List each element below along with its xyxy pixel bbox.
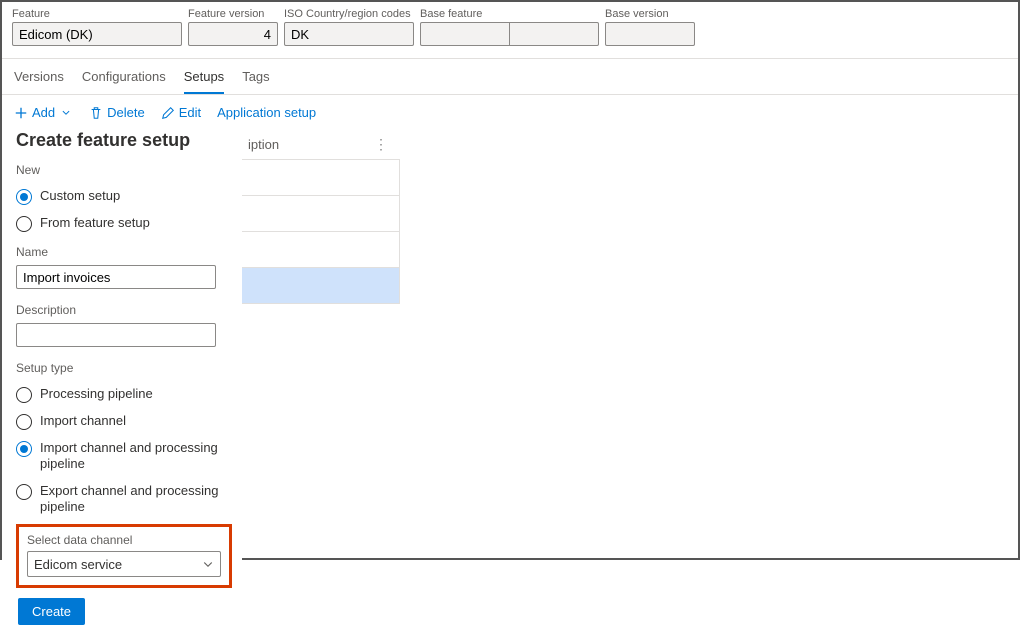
base-version-label: Base version (605, 8, 695, 20)
plus-icon (14, 106, 28, 120)
grid-col-description: iption (248, 137, 279, 152)
base-feature-input-1[interactable] (420, 22, 510, 46)
radio-export-channel-processing[interactable]: Export channel and processing pipeline (16, 478, 228, 521)
field-iso: ISO Country/region codes (284, 8, 414, 46)
iso-input[interactable] (284, 22, 414, 46)
toolbar: Add Delete Edit Application setup (2, 95, 1018, 130)
tabs: Versions Configurations Setups Tags (2, 59, 1018, 95)
radio-processing-pipeline[interactable]: Processing pipeline (16, 381, 228, 408)
add-label: Add (32, 105, 55, 120)
delete-button[interactable]: Delete (89, 105, 145, 120)
edit-button[interactable]: Edit (161, 105, 201, 120)
field-base-version: Base version (605, 8, 695, 46)
radio-processing-pipeline-label: Processing pipeline (40, 386, 153, 402)
tab-versions[interactable]: Versions (14, 69, 64, 94)
base-feature-label: Base feature (420, 8, 599, 20)
select-data-channel-label: Select data channel (27, 533, 221, 547)
radio-from-feature-setup-label: From feature setup (40, 215, 150, 231)
select-data-channel-highlight: Select data channel Edicom service (16, 524, 232, 588)
application-setup-button[interactable]: Application setup (217, 105, 316, 120)
select-data-channel-value: Edicom service (34, 557, 122, 572)
radio-icon (16, 414, 32, 430)
radio-icon (16, 387, 32, 403)
radio-import-channel-processing-label: Import channel and processing pipeline (40, 440, 228, 473)
radio-import-channel[interactable]: Import channel (16, 408, 228, 435)
grid-rows (240, 160, 400, 304)
edit-label: Edit (179, 105, 201, 120)
radio-import-channel-processing[interactable]: Import channel and processing pipeline (16, 435, 228, 478)
radio-from-feature-setup[interactable]: From feature setup (16, 210, 228, 237)
name-label: Name (16, 245, 228, 259)
field-feature-version: Feature version (188, 8, 278, 46)
more-icon[interactable]: ⋮ (370, 136, 392, 153)
radio-icon (16, 216, 32, 232)
table-row[interactable] (240, 160, 400, 196)
tab-configurations[interactable]: Configurations (82, 69, 166, 94)
base-feature-input-2[interactable] (509, 22, 599, 46)
table-row[interactable] (240, 232, 400, 268)
radio-custom-setup-label: Custom setup (40, 188, 120, 204)
radio-icon (16, 189, 32, 205)
chevron-down-icon (59, 106, 73, 120)
base-version-input[interactable] (605, 22, 695, 46)
pencil-icon (161, 106, 175, 120)
create-button[interactable]: Create (18, 598, 85, 625)
tab-tags[interactable]: Tags (242, 69, 269, 94)
feature-input[interactable] (12, 22, 182, 46)
table-row[interactable] (240, 196, 400, 232)
new-section-label: New (16, 163, 228, 177)
description-label: Description (16, 303, 228, 317)
grid-header: iption ⋮ (240, 130, 400, 160)
tab-setups[interactable]: Setups (184, 69, 224, 94)
select-data-channel-dropdown[interactable]: Edicom service (27, 551, 221, 577)
field-base-feature: Base feature (420, 8, 599, 46)
add-button[interactable]: Add (14, 105, 73, 120)
create-feature-setup-panel: Create feature setup New Custom setup Fr… (2, 130, 242, 639)
radio-export-channel-processing-label: Export channel and processing pipeline (40, 483, 228, 516)
description-input[interactable] (16, 323, 216, 347)
header-fields: Feature Feature version ISO Country/regi… (2, 2, 1018, 59)
radio-custom-setup[interactable]: Custom setup (16, 183, 228, 210)
delete-label: Delete (107, 105, 145, 120)
iso-label: ISO Country/region codes (284, 8, 414, 20)
application-setup-label: Application setup (217, 105, 316, 120)
radio-icon (16, 484, 32, 500)
field-feature: Feature (12, 8, 182, 46)
feature-version-input[interactable] (188, 22, 278, 46)
feature-version-label: Feature version (188, 8, 278, 20)
panel-title: Create feature setup (16, 130, 228, 151)
name-input[interactable] (16, 265, 216, 289)
setup-type-label: Setup type (16, 361, 228, 375)
radio-import-channel-label: Import channel (40, 413, 126, 429)
grid-area: iption ⋮ (240, 130, 400, 304)
radio-icon (16, 441, 32, 457)
table-row[interactable] (240, 268, 400, 304)
content-row: Create feature setup New Custom setup Fr… (2, 130, 1018, 639)
trash-icon (89, 106, 103, 120)
feature-label: Feature (12, 8, 182, 20)
